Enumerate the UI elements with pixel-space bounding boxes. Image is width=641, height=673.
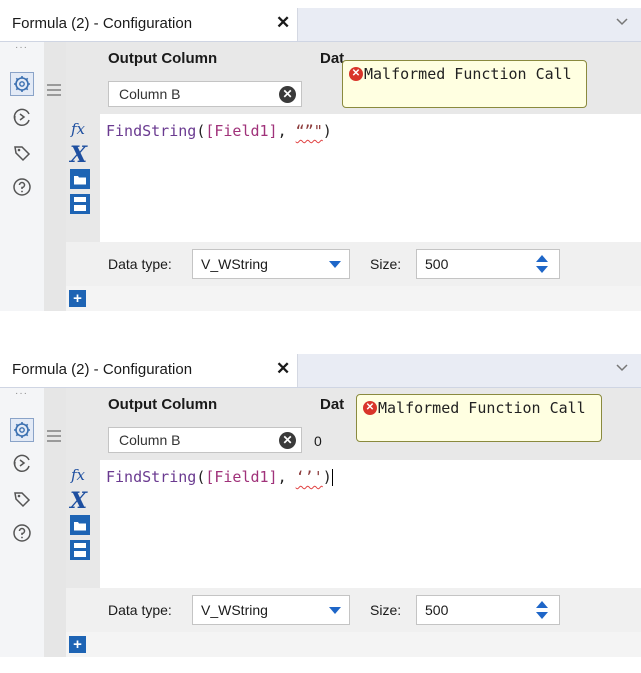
gear-icon[interactable] xyxy=(10,72,34,96)
svg-text:X: X xyxy=(69,489,88,511)
dropdown-arrow-icon xyxy=(329,607,341,614)
connection-icon[interactable] xyxy=(11,106,33,128)
output-column-header: Output Column xyxy=(108,396,218,413)
clear-icon[interactable]: ✕ xyxy=(279,432,296,449)
spin-down-icon[interactable] xyxy=(536,612,548,619)
chevron-down-icon[interactable] xyxy=(615,363,629,373)
open-folder-icon[interactable] xyxy=(69,514,91,536)
close-icon[interactable]: ✕ xyxy=(276,13,290,33)
data-preview-header: Dat xyxy=(320,396,345,413)
data-type-select[interactable]: V_WString xyxy=(192,595,350,625)
output-column-value: Column B xyxy=(119,432,181,448)
data-type-row: Data type: V_WString Size: 500 xyxy=(66,242,641,286)
variable-icon[interactable]: X xyxy=(69,489,91,511)
add-row-bar: + xyxy=(66,632,641,657)
tab-bar: Formula (2) - Configuration ✕ xyxy=(0,8,641,42)
size-stepper[interactable]: 500 xyxy=(416,595,560,625)
svg-text:fx: fx xyxy=(70,466,86,484)
expression-text: FindString([Field1], ‘’') xyxy=(106,468,333,486)
open-folder-icon[interactable] xyxy=(69,168,91,190)
connection-icon[interactable] xyxy=(11,452,33,474)
overflow-dots: ··· xyxy=(15,42,28,53)
close-icon[interactable]: ✕ xyxy=(276,359,290,379)
size-value: 500 xyxy=(425,256,449,272)
help-icon[interactable] xyxy=(11,176,33,198)
size-value: 500 xyxy=(425,602,449,618)
row-gutter xyxy=(44,388,66,657)
output-column-select[interactable]: Column B xyxy=(108,81,302,107)
formula-config-panel-1: Formula (2) - Configuration ✕ ··· Output… xyxy=(0,8,641,311)
error-tooltip: ✕ Malformed Function Call xyxy=(342,60,587,108)
tag-icon[interactable] xyxy=(11,142,33,164)
clear-icon[interactable]: ✕ xyxy=(279,86,296,103)
spin-up-icon[interactable] xyxy=(536,255,548,262)
add-row-bar: + xyxy=(66,286,641,311)
function-icon[interactable]: fx xyxy=(69,464,91,486)
tab-title: Formula (2) - Configuration xyxy=(12,361,193,378)
data-type-value: V_WString xyxy=(201,256,268,272)
output-column-select[interactable]: Column B xyxy=(108,427,302,453)
data-type-label: Data type: xyxy=(108,602,172,618)
output-column-header: Output Column xyxy=(108,50,218,67)
tab-bar: Formula (2) - Configuration ✕ xyxy=(0,354,641,388)
size-label: Size: xyxy=(370,602,402,618)
add-formula-button[interactable]: + xyxy=(69,290,86,307)
left-sidebar: ··· xyxy=(0,42,45,311)
error-message: Malformed Function Call xyxy=(364,65,572,83)
data-preview-header: Dat xyxy=(320,50,345,67)
error-tooltip: ✕ Malformed Function Call xyxy=(356,394,602,442)
save-icon[interactable] xyxy=(69,193,91,215)
dropdown-arrow-icon xyxy=(329,261,341,268)
expression-editor[interactable]: FindString([Field1], ‘’') xyxy=(100,460,641,588)
tab-formula-config[interactable]: Formula (2) - Configuration ✕ xyxy=(0,8,298,41)
svg-text:fx: fx xyxy=(70,120,86,138)
drag-handle[interactable] xyxy=(47,430,61,445)
error-icon: ✕ xyxy=(349,67,363,81)
row-gutter xyxy=(44,42,66,311)
text-caret xyxy=(331,469,333,486)
drag-handle[interactable] xyxy=(47,84,61,99)
data-type-select[interactable]: V_WString xyxy=(192,249,350,279)
data-type-label: Data type: xyxy=(108,256,172,272)
add-formula-button[interactable]: + xyxy=(69,636,86,653)
tab-title: Formula (2) - Configuration xyxy=(12,15,193,32)
variable-icon[interactable]: X xyxy=(69,143,91,165)
help-icon[interactable] xyxy=(11,522,33,544)
data-type-row: Data type: V_WString Size: 500 xyxy=(66,588,641,632)
gear-icon[interactable] xyxy=(10,418,34,442)
spin-up-icon[interactable] xyxy=(536,601,548,608)
save-icon[interactable] xyxy=(69,539,91,561)
expression-editor[interactable]: FindString([Field1], “”") xyxy=(100,114,641,242)
left-sidebar: ··· xyxy=(0,388,45,657)
tag-icon[interactable] xyxy=(11,488,33,510)
data-type-value: V_WString xyxy=(201,602,268,618)
tab-formula-config[interactable]: Formula (2) - Configuration ✕ xyxy=(0,354,298,387)
data-preview-value: 0 xyxy=(314,433,322,449)
svg-text:X: X xyxy=(69,143,88,165)
output-column-value: Column B xyxy=(119,86,181,102)
spin-down-icon[interactable] xyxy=(536,266,548,273)
size-stepper[interactable]: 500 xyxy=(416,249,560,279)
function-icon[interactable]: fx xyxy=(69,118,91,140)
formula-config-panel-2: Formula (2) - Configuration ✕ ··· Output… xyxy=(0,354,641,657)
error-icon: ✕ xyxy=(363,401,377,415)
overflow-dots: ··· xyxy=(15,388,28,399)
size-label: Size: xyxy=(370,256,402,272)
expression-text: FindString([Field1], “”") xyxy=(106,122,332,140)
chevron-down-icon[interactable] xyxy=(615,17,629,27)
error-message: Malformed Function Call xyxy=(378,399,586,417)
